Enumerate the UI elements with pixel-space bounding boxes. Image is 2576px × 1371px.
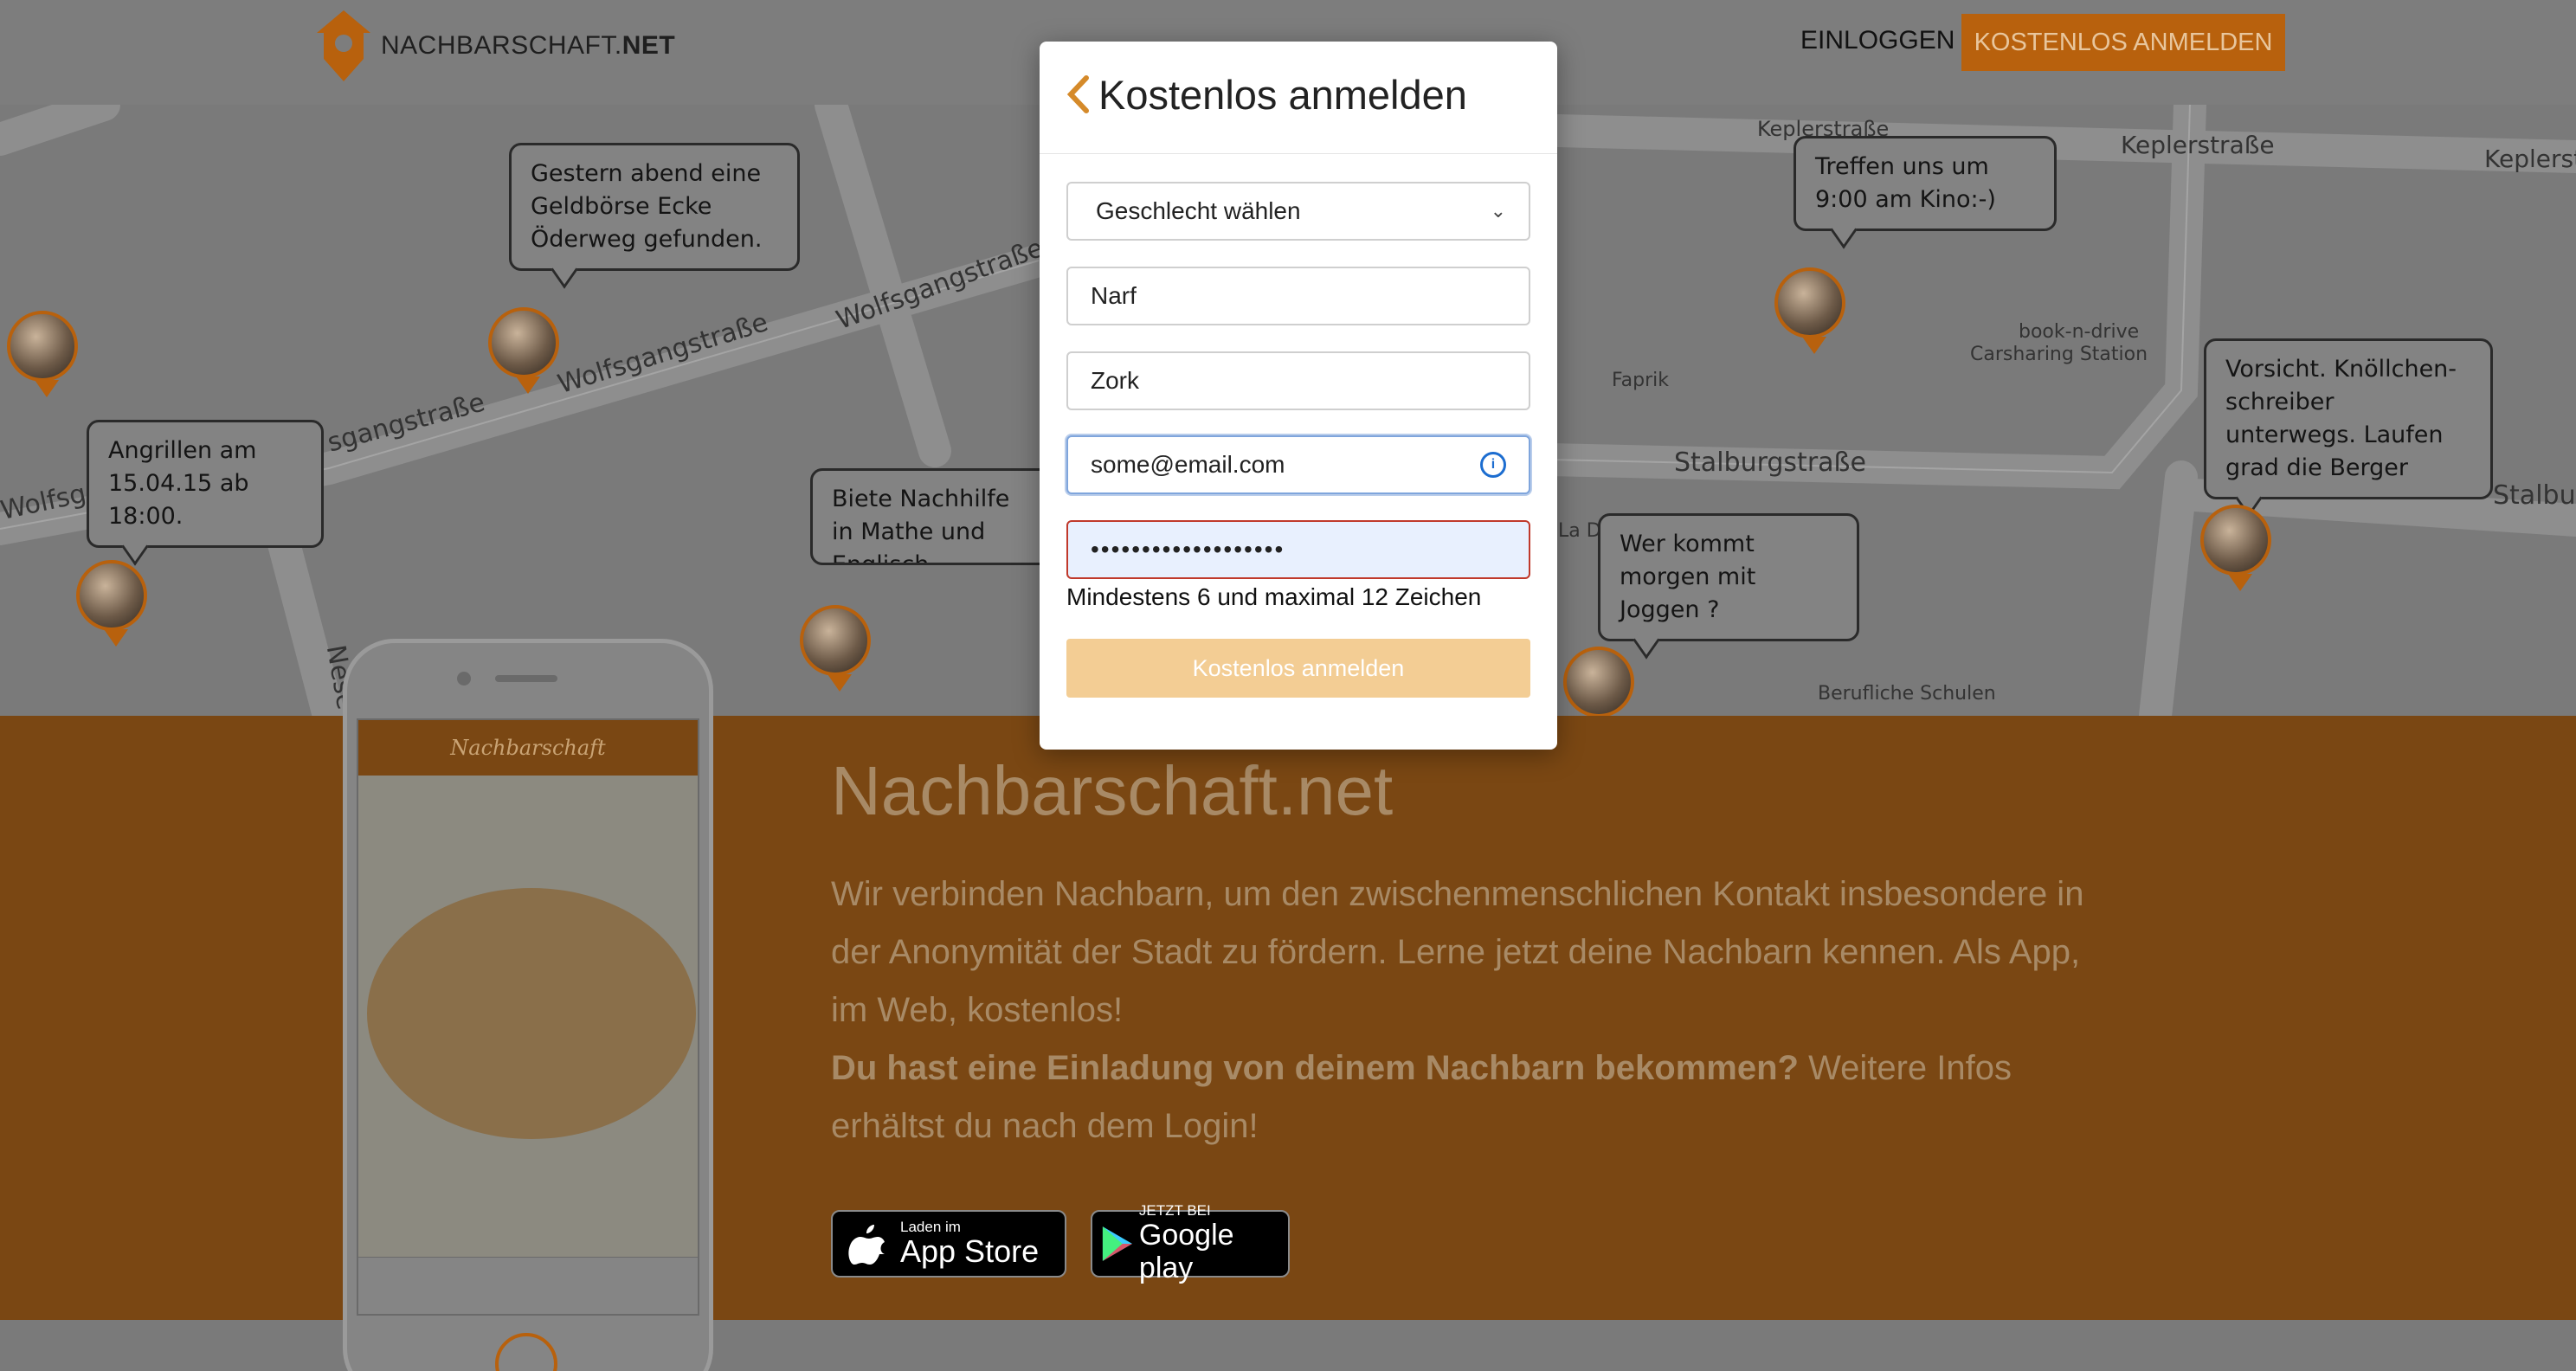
google-play-button[interactable]: JETZT BEI Google play: [1091, 1203, 1290, 1284]
message-bubble[interactable]: Biete Nachhilfe in Mathe und Englisch: [810, 468, 1053, 565]
password-hint: Mindestens 6 und maximal 12 Zeichen: [1066, 583, 1482, 610]
phone-app-title: Nachbarschaft: [358, 720, 698, 776]
phone-neighborhood-zone: [367, 888, 696, 1139]
poi-label: La D: [1558, 520, 1601, 542]
user-avatar-pin[interactable]: [1774, 267, 1845, 354]
gender-select[interactable]: Geschlecht wählen ⌄: [1066, 182, 1530, 241]
user-avatar-pin[interactable]: [800, 605, 871, 692]
google-play-icon: [1102, 1226, 1133, 1261]
intro-title: Nachbarschaft.net: [831, 752, 1394, 829]
bubble-text: Angrillen am 15.04.15 ab 18:00.: [108, 437, 257, 530]
invite-bold: Du hast eine Einladung von deinem Nachba…: [831, 1049, 1799, 1087]
intro-paragraph: Wir verbinden Nachbarn, um den zwischenm…: [831, 875, 2084, 1029]
login-link[interactable]: EINLOGGEN: [1800, 26, 1955, 55]
bubble-text: Vorsicht. Knöllchen-schreiber unterwegs.…: [2225, 356, 2457, 481]
message-bubble[interactable]: Gestern abend eine Geldbörse Ecke Öderwe…: [509, 143, 800, 289]
email-value: some@email.com: [1091, 451, 1285, 478]
poi-label: book-n-drive: [2019, 321, 2140, 343]
street-label: Keplerst: [2484, 145, 2576, 173]
poi-label: Faprik: [1612, 370, 1669, 391]
user-avatar-pin[interactable]: [2200, 505, 2271, 591]
brand-name[interactable]: NACHBARSCHAFT.NET: [381, 31, 675, 61]
phone-speaker: [495, 675, 557, 682]
bubble-text: Wer kommt morgen mit Joggen ?: [1620, 531, 1756, 623]
last-name-field[interactable]: Zork: [1066, 351, 1530, 410]
submit-register-button[interactable]: Kostenlos anmelden: [1066, 639, 1530, 698]
register-button[interactable]: KOSTENLOS ANMELDEN: [1961, 14, 2285, 71]
poi-label: Carsharing Station: [1970, 344, 2148, 365]
apple-store-big: App Store: [900, 1233, 1040, 1269]
phone-camera: [457, 672, 471, 686]
intro-text: Wir verbinden Nachbarn, um den zwischenm…: [831, 866, 2095, 1155]
message-bubble[interactable]: Angrillen am 15.04.15 ab 18:00.: [87, 420, 324, 566]
first-name-field[interactable]: Narf: [1066, 267, 1530, 325]
phone-tab-bar: [358, 1257, 698, 1314]
user-avatar-pin[interactable]: [488, 307, 559, 394]
apple-icon: [848, 1225, 885, 1265]
register-modal: Kostenlos anmelden Geschlecht wählen ⌄ N…: [1040, 42, 1557, 750]
chevron-left-icon[interactable]: [1066, 74, 1090, 114]
app-store-button[interactable]: Laden im App Store: [831, 1210, 1066, 1278]
message-bubble[interactable]: Vorsicht. Knöllchen-schreiber unterwegs.…: [2204, 338, 2493, 518]
user-avatar-pin[interactable]: [1563, 647, 1634, 716]
user-avatar-pin[interactable]: [76, 560, 147, 647]
street-label: Stalburgstraße: [1674, 447, 1866, 478]
street-label: Keplerstraße: [2121, 131, 2275, 159]
chevron-down-icon: ⌄: [1490, 200, 1506, 222]
phone-map: [358, 776, 698, 1260]
street-label: Stalbur: [2493, 480, 2576, 511]
gender-select-value: Geschlecht wählen: [1096, 197, 1301, 224]
message-bubble[interactable]: Wer kommt morgen mit Joggen ?: [1598, 513, 1859, 660]
password-manager-icon[interactable]: i: [1480, 452, 1506, 478]
poi-label: Berufliche Schulen: [1818, 683, 1996, 705]
house-pin-logo-icon[interactable]: [313, 7, 374, 85]
modal-header: Kostenlos anmelden: [1040, 42, 1557, 154]
bubble-text: Treffen uns um 9:00 am Kino:-): [1815, 153, 1996, 213]
bubble-text: Gestern abend eine Geldbörse Ecke Öderwe…: [531, 160, 763, 253]
email-field[interactable]: some@email.com i: [1066, 435, 1530, 494]
user-avatar-pin[interactable]: [7, 311, 78, 397]
bubble-text: Biete Nachhilfe in Mathe und Englisch: [832, 486, 1010, 565]
message-bubble[interactable]: Treffen uns um 9:00 am Kino:-): [1794, 136, 2057, 249]
modal-title: Kostenlos anmelden: [1098, 72, 1467, 118]
phone-screen: Nachbarschaft: [357, 718, 699, 1316]
google-store-big: Google play: [1138, 1219, 1234, 1284]
google-store-small: JETZT BEI: [1138, 1202, 1211, 1219]
password-field[interactable]: •••••••••••••••••••: [1066, 520, 1530, 579]
